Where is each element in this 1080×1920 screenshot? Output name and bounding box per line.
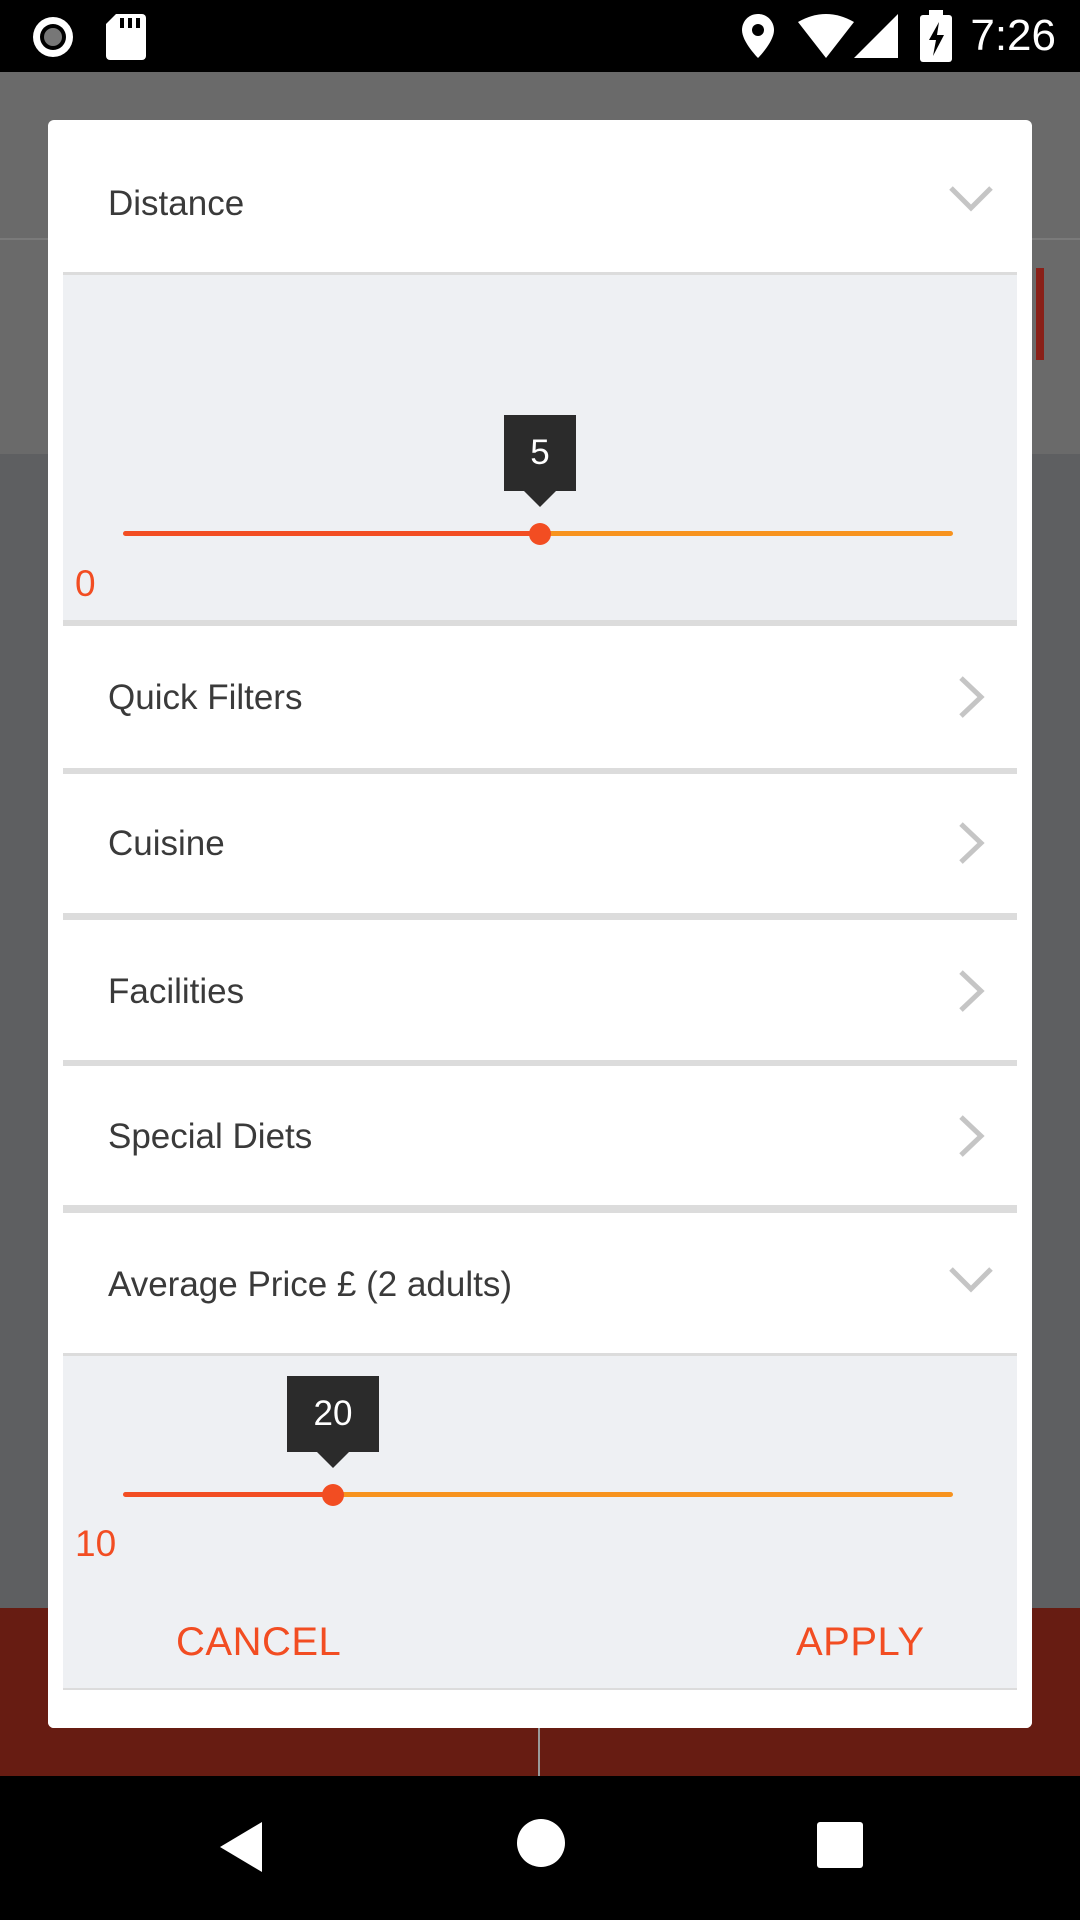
distance-slider-panel: 5 0: [63, 275, 1017, 620]
status-bar: 7:26: [0, 0, 1080, 72]
price-track-filled: [123, 1492, 333, 1497]
navigation-bar: [0, 1776, 1080, 1920]
distance-min-label: 0: [75, 563, 96, 604]
distance-track-filled: [123, 531, 539, 536]
distance-value-tooltip: 5: [504, 415, 576, 507]
price-min-label: 10: [75, 1523, 117, 1564]
chevron-right-icon: [959, 1115, 985, 1157]
price-value-tooltip: 20: [287, 1376, 379, 1468]
chevron-down-icon: [949, 1267, 993, 1293]
sd-card-icon: [106, 14, 146, 60]
dialog-actions: [48, 1690, 1032, 1728]
wifi-icon: [798, 14, 854, 58]
section-average-price-label: Average Price £ (2 adults): [108, 1265, 513, 1304]
section-facilities[interactable]: Facilities: [63, 920, 1017, 1060]
section-quick-filters-label: Quick Filters: [108, 678, 303, 717]
section-special-diets-label: Special Diets: [108, 1117, 313, 1156]
battery-charging-icon: [920, 10, 952, 62]
divider: [63, 913, 1017, 920]
chevron-right-icon: [959, 970, 985, 1012]
section-cuisine-label: Cuisine: [108, 824, 225, 863]
filter-dialog: Distance 5 0 Quick Filters Cuisine Facil…: [48, 120, 1032, 1728]
record-icon: [33, 17, 73, 57]
location-icon: [742, 14, 774, 58]
chevron-right-icon: [959, 676, 985, 718]
section-cuisine[interactable]: Cuisine: [63, 774, 1017, 913]
distance-track-remaining[interactable]: [539, 531, 953, 536]
back-icon[interactable]: [216, 1820, 264, 1874]
divider: [63, 1205, 1017, 1213]
cancel-button[interactable]: CANCEL: [176, 1620, 341, 1665]
price-slider-thumb[interactable]: [322, 1484, 344, 1506]
status-time: 7:26: [970, 11, 1056, 60]
home-icon[interactable]: [516, 1818, 566, 1868]
background-accent: [1036, 268, 1044, 360]
distance-slider-thumb[interactable]: [529, 523, 551, 545]
price-track-remaining[interactable]: [333, 1492, 953, 1497]
chevron-down-icon: [949, 186, 993, 212]
signal-icon: [854, 14, 898, 58]
section-facilities-label: Facilities: [108, 972, 245, 1011]
section-average-price[interactable]: Average Price £ (2 adults): [63, 1213, 1017, 1353]
chevron-right-icon: [959, 822, 985, 864]
section-quick-filters[interactable]: Quick Filters: [63, 626, 1017, 768]
section-special-diets[interactable]: Special Diets: [63, 1066, 1017, 1205]
recents-icon[interactable]: [817, 1822, 863, 1868]
section-distance[interactable]: Distance: [63, 120, 1017, 272]
section-distance-label: Distance: [108, 184, 245, 223]
apply-button[interactable]: APPLY: [796, 1620, 925, 1665]
